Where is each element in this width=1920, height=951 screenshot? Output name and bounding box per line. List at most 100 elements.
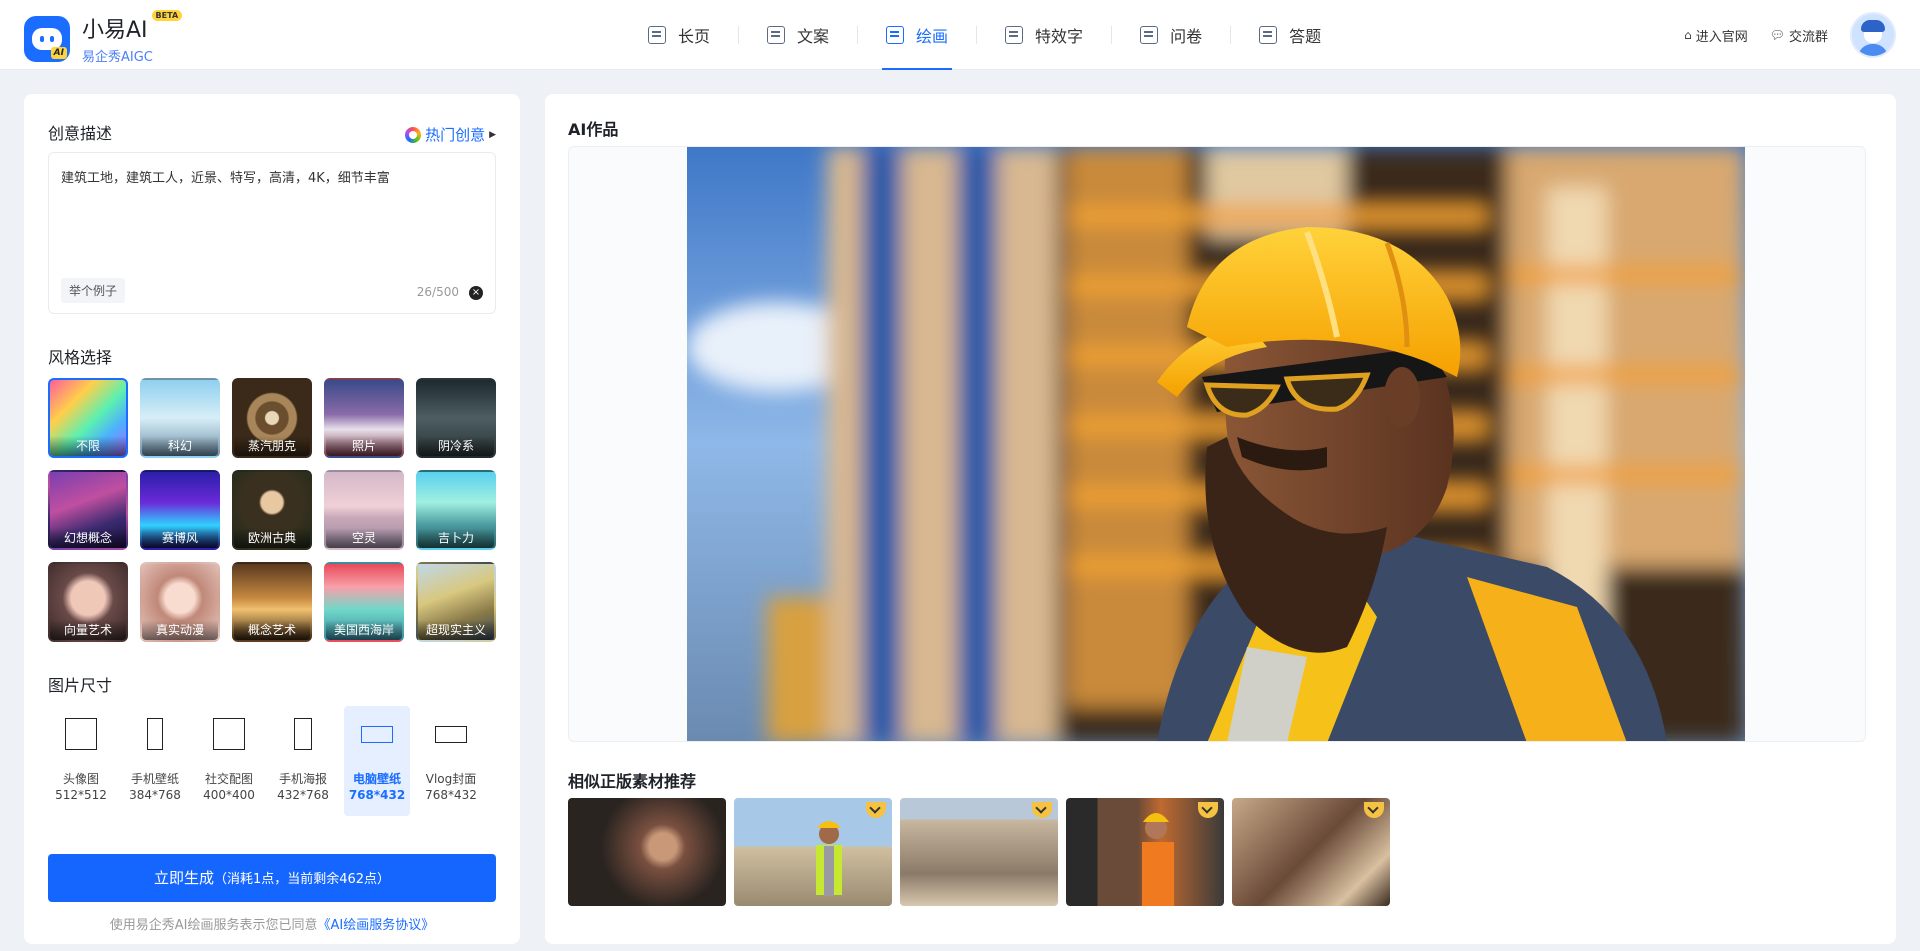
style-tile-cyber[interactable]: 赛博风 (140, 470, 220, 550)
community-label: 交流群 (1788, 29, 1828, 45)
community-link[interactable]: 💬︎ 交流群 (1770, 26, 1828, 45)
size-dim: 432*768 (277, 788, 329, 802)
size-option-phone-poster[interactable]: 手机海报 432*768 (270, 706, 336, 816)
style-tile-west-coast[interactable]: 美国西海岸 (324, 562, 404, 642)
nav-painting[interactable]: 绘画 (858, 0, 976, 70)
example-button[interactable]: 举个例子 (61, 278, 126, 303)
style-label: 真实动漫 (142, 620, 218, 640)
size-option-desktop-wallpaper[interactable]: 电脑壁纸 768*432 (344, 706, 410, 816)
main-nav: 长页 文案 绘画 特效字 问卷 答题 (620, 0, 1349, 70)
style-label: 幻想概念 (50, 528, 126, 548)
style-label: 向量艺术 (50, 620, 126, 640)
premium-badge-icon (1032, 802, 1052, 818)
premium-badge-icon (1364, 802, 1384, 818)
style-label: 概念艺术 (234, 620, 310, 640)
similar-asset-thumbnail[interactable] (900, 798, 1058, 906)
style-tile-scifi[interactable]: 科幻 (140, 378, 220, 458)
size-name: 社交配图 (204, 772, 253, 786)
logo-robot-icon: AI (24, 15, 70, 62)
nav-label: 特效字 (1035, 27, 1084, 46)
prompt-box: 建筑工地，建筑工人，近景、特写，高清，4K，细节丰富 举个例子 26/500 × (48, 152, 496, 314)
square-shape-icon (213, 718, 245, 750)
similar-asset-thumbnail[interactable] (734, 798, 892, 906)
similar-asset-thumbnail[interactable] (568, 798, 726, 906)
nav-label: 答题 (1289, 27, 1322, 46)
nav-long-page[interactable]: 长页 (620, 0, 738, 70)
beta-badge: BETA (151, 10, 183, 21)
official-site-link[interactable]: ⌂ 进入官网 (1684, 26, 1748, 45)
portrait-shape-icon (147, 718, 163, 750)
style-label: 科幻 (142, 436, 218, 456)
nav-label: 问卷 (1170, 27, 1203, 46)
hot-ideas-label: 热门创意 (425, 126, 486, 144)
similar-asset-thumbnail[interactable] (1232, 798, 1390, 906)
hot-ideas-button[interactable]: 热门创意 ▶ (405, 124, 496, 145)
clear-icon[interactable]: × (469, 286, 483, 300)
landscape-shape-icon (435, 726, 467, 743)
square-shape-icon (65, 718, 97, 750)
similar-assets-list (568, 798, 1398, 906)
style-tile-surreal[interactable]: 超现实主义 (416, 562, 496, 642)
size-dim: 384*768 (129, 788, 181, 802)
survey-icon (1140, 26, 1159, 44)
agreement-prefix: 使用易企秀AI绘画服务表示您已同意 (109, 918, 318, 933)
style-label: 赛博风 (142, 528, 218, 548)
construction-worker-image (687, 147, 1745, 741)
size-option-phone-wallpaper[interactable]: 手机壁纸 384*768 (122, 706, 188, 816)
style-tile-steampunk[interactable]: 蒸汽朋克 (232, 378, 312, 458)
nav-label: 文案 (797, 27, 830, 46)
style-tile-vector[interactable]: 向量艺术 (48, 562, 128, 642)
home-icon: ⌂ (1684, 28, 1692, 42)
style-tile-ethereal[interactable]: 空灵 (324, 470, 404, 550)
generate-label: 立即生成 (153, 869, 214, 887)
app-subtitle: 易企秀AIGC (82, 50, 153, 65)
brand-logo[interactable]: AI 小易AI BETA 易企秀AIGC (24, 10, 183, 65)
chat-icon: 💬︎ (1769, 28, 1785, 42)
caret-right-icon: ▶ (489, 129, 496, 140)
painting-icon (886, 26, 905, 44)
generate-button[interactable]: 立即生成（消耗1点，当前剩余462点） (48, 854, 496, 902)
agreement-text: 使用易企秀AI绘画服务表示您已同意《AI绘画服务协议》 (24, 914, 520, 933)
long-page-icon (648, 26, 666, 44)
nav-effect-text[interactable]: 特效字 (977, 0, 1111, 70)
style-tile-ghibli[interactable]: 吉卜力 (416, 470, 496, 550)
style-tile-gloomy[interactable]: 阴冷系 (416, 378, 496, 458)
size-option-social[interactable]: 社交配图 400*400 (196, 706, 262, 816)
style-tile-unlimited[interactable]: 不限 (48, 378, 128, 458)
similar-section-title: 相似正版素材推荐 (568, 772, 697, 791)
size-name: 电脑壁纸 (352, 772, 401, 786)
size-dim: 400*400 (203, 788, 255, 802)
nav-label: 长页 (678, 27, 711, 46)
size-name: 手机壁纸 (130, 772, 179, 786)
style-tile-photo[interactable]: 照片 (324, 378, 404, 458)
style-label: 超现实主义 (418, 620, 494, 640)
color-ring-icon (405, 126, 422, 143)
size-name: 头像图 (62, 772, 99, 786)
size-option-vlog-cover[interactable]: Vlog封面 768*432 (418, 706, 484, 816)
style-tile-concept[interactable]: 概念艺术 (232, 562, 312, 642)
style-label: 欧洲古典 (234, 528, 310, 548)
result-title: AI作品 (568, 120, 619, 139)
user-avatar[interactable] (1850, 12, 1896, 58)
prompt-textarea[interactable]: 建筑工地，建筑工人，近景、特写，高清，4K，细节丰富 (61, 167, 481, 277)
style-tile-anime[interactable]: 真实动漫 (140, 562, 220, 642)
similar-asset-thumbnail[interactable] (1066, 798, 1224, 906)
style-section-title: 风格选择 (48, 348, 113, 367)
style-label: 不限 (50, 436, 126, 456)
style-tile-fantasy[interactable]: 幻想概念 (48, 470, 128, 550)
style-tile-classical[interactable]: 欧洲古典 (232, 470, 312, 550)
landscape-shape-icon (361, 726, 393, 743)
top-header: AI 小易AI BETA 易企秀AIGC 长页 文案 绘画 特效字 问卷 答题 … (0, 0, 1920, 70)
nav-copywriting[interactable]: 文案 (739, 0, 857, 70)
nav-label: 绘画 (916, 27, 949, 46)
nav-survey[interactable]: 问卷 (1112, 0, 1230, 70)
nav-quiz[interactable]: 答题 (1231, 0, 1349, 70)
size-option-avatar[interactable]: 头像图 512*512 (48, 706, 114, 816)
artwork-preview (568, 146, 1866, 742)
settings-panel: 创意描述 热门创意 ▶ 建筑工地，建筑工人，近景、特写，高清，4K，细节丰富 举… (24, 94, 520, 944)
generated-artwork[interactable] (687, 147, 1745, 741)
char-counter: 26/500 (416, 285, 459, 299)
quiz-icon (1259, 26, 1278, 44)
agreement-link[interactable]: 《AI绘画服务协议》 (318, 918, 435, 933)
style-label: 蒸汽朋克 (234, 436, 310, 456)
